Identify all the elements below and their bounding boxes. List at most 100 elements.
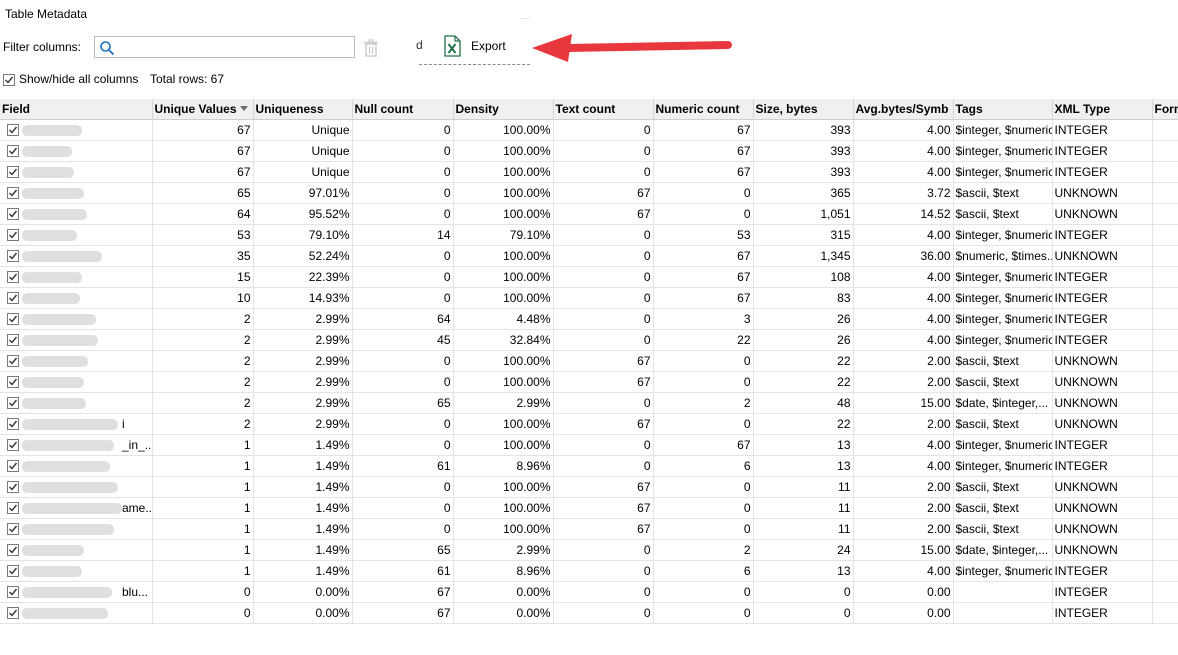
column-visible-checkbox[interactable] bbox=[7, 123, 19, 136]
column-visible-checkbox[interactable] bbox=[7, 522, 19, 535]
table-row[interactable]: 10 14.93% 0 100.00% 0 67 83 4.00 $integer, $nume… bbox=[0, 287, 1178, 309]
filter-input-box[interactable] bbox=[94, 36, 355, 58]
clear-filter-icon[interactable] bbox=[363, 39, 379, 57]
column-header[interactable]: Form bbox=[1152, 99, 1178, 120]
tags-cell: $integer, $numeric bbox=[953, 455, 1053, 477]
table-row[interactable]: i 2 2.99% 0 100.00% 67 0 22 2.00 $ascii, $text UNK… bbox=[0, 413, 1178, 435]
field-cell[interactable] bbox=[0, 539, 153, 561]
column-header[interactable]: Uniqueness bbox=[253, 99, 353, 120]
field-cell[interactable] bbox=[0, 287, 153, 309]
field-cell[interactable] bbox=[0, 140, 153, 162]
field-cell[interactable] bbox=[0, 392, 153, 414]
field-cell[interactable] bbox=[0, 203, 153, 225]
column-visible-checkbox[interactable] bbox=[7, 543, 19, 556]
table-row[interactable]: 1 1.49% 61 8.96% 0 6 13 4.00 $integer, $numeric I… bbox=[0, 560, 1178, 582]
column-visible-checkbox[interactable] bbox=[7, 207, 19, 220]
table-row[interactable]: 67 Unique 0 100.00% 0 67 393 4.00 $integer, $num… bbox=[0, 140, 1178, 162]
column-header[interactable]: Unique Values bbox=[152, 99, 254, 120]
numeric-count-cell: 67 bbox=[653, 434, 754, 456]
redacted-field-name bbox=[22, 145, 72, 157]
column-visible-checkbox[interactable] bbox=[7, 501, 19, 514]
column-visible-checkbox[interactable] bbox=[7, 480, 19, 493]
column-visible-checkbox[interactable] bbox=[7, 375, 19, 388]
column-visible-checkbox[interactable] bbox=[7, 186, 19, 199]
field-cell[interactable] bbox=[0, 371, 153, 393]
table-row[interactable]: 15 22.39% 0 100.00% 0 67 108 4.00 $integer, $num… bbox=[0, 266, 1178, 288]
column-header[interactable]: Text count bbox=[553, 99, 654, 120]
table-row[interactable]: 67 Unique 0 100.00% 0 67 393 4.00 $integer, $num… bbox=[0, 161, 1178, 183]
table-row[interactable]: 35 52.24% 0 100.00% 0 67 1,345 36.00 $numeric, $… bbox=[0, 245, 1178, 267]
column-visible-checkbox[interactable] bbox=[7, 585, 19, 598]
field-cell[interactable] bbox=[0, 518, 153, 540]
column-visible-checkbox[interactable] bbox=[7, 438, 19, 451]
column-header[interactable]: XML Type bbox=[1052, 99, 1153, 120]
column-visible-checkbox[interactable] bbox=[7, 459, 19, 472]
field-cell[interactable] bbox=[0, 455, 153, 477]
numeric-count-cell: 67 bbox=[653, 161, 754, 183]
table-row[interactable]: 1 1.49% 0 100.00% 67 0 11 2.00 $ascii, $text UNKN… bbox=[0, 476, 1178, 498]
show-all-checkbox[interactable] bbox=[3, 73, 15, 86]
field-cell[interactable] bbox=[0, 182, 153, 204]
size-bytes-cell: 48 bbox=[753, 392, 854, 414]
table-row[interactable]: 1 1.49% 0 100.00% 67 0 11 2.00 $ascii, $text UNKN… bbox=[0, 518, 1178, 540]
field-cell[interactable] bbox=[0, 161, 153, 183]
table-row[interactable]: 0 0.00% 67 0.00% 0 0 0 0.00 INTEGER bbox=[0, 602, 1178, 624]
table-row[interactable]: 67 Unique 0 100.00% 0 67 393 4.00 $integer, $num… bbox=[0, 119, 1178, 141]
column-visible-checkbox[interactable] bbox=[7, 417, 19, 430]
field-cell[interactable] bbox=[0, 476, 153, 498]
column-header[interactable]: Size, bytes bbox=[753, 99, 854, 120]
table-row[interactable]: 65 97.01% 0 100.00% 67 0 365 3.72 $ascii, $text U… bbox=[0, 182, 1178, 204]
field-cell[interactable] bbox=[0, 245, 153, 267]
field-cell[interactable]: ame... bbox=[0, 497, 153, 519]
table-row[interactable]: 2 2.99% 65 2.99% 0 2 48 15.00 $date, $integer,..… bbox=[0, 392, 1178, 414]
field-cell[interactable] bbox=[0, 224, 153, 246]
column-visible-checkbox[interactable] bbox=[7, 606, 19, 619]
field-cell[interactable] bbox=[0, 329, 153, 351]
table-row[interactable]: 1 1.49% 65 2.99% 0 2 24 15.00 $date, $integer,..… bbox=[0, 539, 1178, 561]
field-cell[interactable] bbox=[0, 119, 153, 141]
column-visible-checkbox[interactable] bbox=[7, 396, 19, 409]
column-visible-checkbox[interactable] bbox=[7, 270, 19, 283]
column-header[interactable]: Numeric count bbox=[653, 99, 754, 120]
field-cell[interactable]: blu... bbox=[0, 581, 153, 603]
field-cell[interactable] bbox=[0, 308, 153, 330]
table-row[interactable]: 2 2.99% 0 100.00% 67 0 22 2.00 $ascii, $text UNKN… bbox=[0, 350, 1178, 372]
filter-input[interactable] bbox=[119, 39, 353, 57]
export-button[interactable]: Export bbox=[442, 33, 522, 59]
column-visible-checkbox[interactable] bbox=[7, 564, 19, 577]
column-visible-checkbox[interactable] bbox=[7, 333, 19, 346]
toolbar-truncated-label[interactable]: d bbox=[416, 38, 423, 52]
null-count-cell: 67 bbox=[352, 581, 454, 603]
column-header[interactable]: Null count bbox=[352, 99, 454, 120]
table-row[interactable]: 53 79.10% 14 79.10% 0 53 315 4.00 $integer, $num… bbox=[0, 224, 1178, 246]
field-cell[interactable] bbox=[0, 266, 153, 288]
column-visible-checkbox[interactable] bbox=[7, 165, 19, 178]
table-row[interactable]: ame...11.49%0100.00%670112.00$ascii, $te… bbox=[0, 497, 1178, 519]
table-row[interactable]: 2 2.99% 0 100.00% 67 0 22 2.00 $ascii, $text UNKN… bbox=[0, 371, 1178, 393]
field-cell[interactable] bbox=[0, 560, 153, 582]
column-header[interactable]: Field bbox=[0, 99, 153, 120]
field-cell[interactable]: _in_... bbox=[0, 434, 153, 456]
text-count-cell: 0 bbox=[553, 434, 654, 456]
column-header[interactable]: Tags bbox=[953, 99, 1053, 120]
column-header[interactable]: Density bbox=[453, 99, 554, 120]
table-row[interactable]: blu... 0 0.00% 67 0.00% 0 0 0 0.00 INTEGER bbox=[0, 581, 1178, 603]
table-row[interactable]: 64 95.52% 0 100.00% 67 0 1,051 14.52 $ascii, $te… bbox=[0, 203, 1178, 225]
table-row[interactable]: _in_... 1 1.49% 0 100.00% 0 67 13 4.00 $integer, … bbox=[0, 434, 1178, 456]
show-all-columns-toggle[interactable]: Show/hide all columns Total rows: 67 bbox=[3, 72, 224, 86]
column-visible-checkbox[interactable] bbox=[7, 144, 19, 157]
table-row[interactable]: 2 2.99% 45 32.84% 0 22 26 4.00 $integer, $numeri… bbox=[0, 329, 1178, 351]
column-visible-checkbox[interactable] bbox=[7, 249, 19, 262]
column-header[interactable]: Avg.bytes/Symb bbox=[853, 99, 954, 120]
table-row[interactable]: 2 2.99% 64 4.48% 0 3 26 4.00 $integer, $numeric I… bbox=[0, 308, 1178, 330]
column-visible-checkbox[interactable] bbox=[7, 354, 19, 367]
column-visible-checkbox[interactable] bbox=[7, 228, 19, 241]
column-visible-checkbox[interactable] bbox=[7, 291, 19, 304]
metadata-grid[interactable]: Field Unique Values Uniqueness Null count De… bbox=[0, 99, 1178, 655]
uniqueness-cell: 1.49% bbox=[253, 497, 353, 519]
field-cell[interactable] bbox=[0, 350, 153, 372]
field-cell[interactable]: i bbox=[0, 413, 153, 435]
column-visible-checkbox[interactable] bbox=[7, 312, 19, 325]
table-row[interactable]: 1 1.49% 61 8.96% 0 6 13 4.00 $integer, $numeric I… bbox=[0, 455, 1178, 477]
field-cell[interactable] bbox=[0, 602, 153, 624]
